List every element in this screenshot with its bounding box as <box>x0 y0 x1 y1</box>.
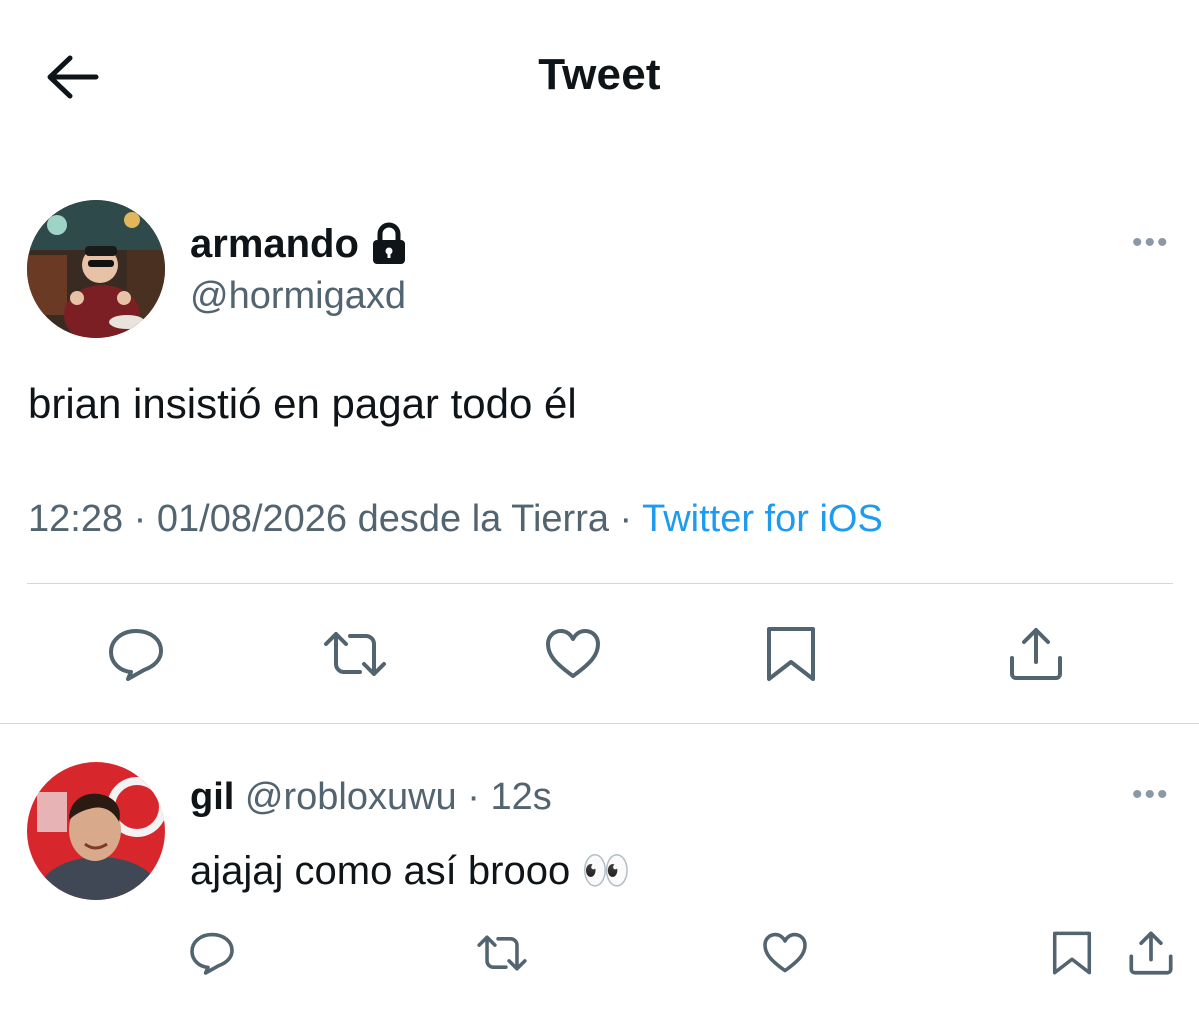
share-icon <box>1010 628 1062 680</box>
tweet-date-location: 01/08/2026 desde la Tierra <box>156 498 609 540</box>
reply-bookmark-button[interactable] <box>1050 930 1094 976</box>
reply-author-name[interactable]: gil <box>190 776 234 818</box>
meta-separator: · <box>608 498 643 540</box>
author-handle[interactable]: @hormigaxd <box>190 273 406 319</box>
reply-icon <box>190 932 234 975</box>
tweet-text: brian insistió en pagar todo él <box>28 380 577 427</box>
bookmark-icon <box>767 627 815 681</box>
like-icon <box>763 932 807 973</box>
bookmark-icon <box>1052 931 1092 975</box>
share-button[interactable] <box>1006 626 1066 682</box>
page-title: Tweet <box>538 50 661 99</box>
reply-author-handle[interactable]: @robloxuwu <box>245 776 457 818</box>
reply-button[interactable] <box>106 626 166 682</box>
reply-like-button[interactable] <box>761 930 809 976</box>
divider <box>27 583 1173 584</box>
like-button[interactable] <box>543 626 603 682</box>
more-button[interactable]: ••• <box>1132 226 1170 260</box>
tweet-meta: 12:28 · 01/08/2026 desde la Tierra · Twi… <box>28 496 883 542</box>
reply-text: ajajaj como así brooo 👀 <box>190 849 632 893</box>
reply-icon <box>109 629 163 681</box>
divider <box>0 723 1199 724</box>
avatar[interactable] <box>27 200 165 338</box>
share-icon <box>1129 931 1173 975</box>
bookmark-button[interactable] <box>763 626 819 682</box>
more-horizontal-icon: ••• <box>1132 778 1170 811</box>
reply-header: gil @robloxuwu · 12s <box>190 774 552 820</box>
reply-reply-button[interactable] <box>188 930 236 976</box>
more-horizontal-icon: ••• <box>1132 226 1170 259</box>
tweet-time: 12:28 <box>28 498 124 540</box>
reply-share-button[interactable] <box>1126 930 1176 976</box>
meta-separator: · <box>123 498 157 540</box>
reply-retweet-button[interactable] <box>476 930 528 976</box>
reply-more-button[interactable]: ••• <box>1132 778 1170 812</box>
author-name[interactable]: armando <box>190 220 359 268</box>
avatar-photo <box>27 762 165 900</box>
tweet-source-link[interactable]: Twitter for iOS <box>642 498 883 540</box>
avatar-photo <box>27 200 165 338</box>
lock-icon <box>372 222 405 264</box>
retweet-button[interactable] <box>322 626 388 682</box>
like-icon <box>546 629 600 678</box>
meta-separator: · <box>456 776 491 818</box>
retweet-icon <box>477 935 527 971</box>
reply-avatar[interactable] <box>27 762 165 900</box>
reply-time[interactable]: 12s <box>490 776 551 818</box>
retweet-icon <box>324 632 386 676</box>
